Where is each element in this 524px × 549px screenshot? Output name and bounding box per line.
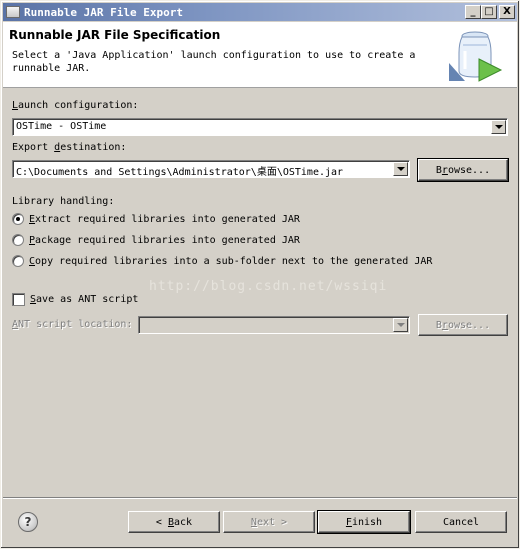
next-button: Next > <box>223 511 315 533</box>
window-icon <box>6 6 20 18</box>
ant-location-rest: NT script location: <box>18 319 133 330</box>
radio-extract-label: Extract required libraries into generate… <box>29 214 300 225</box>
radio-package-rest: ackage required libraries into generated… <box>35 234 300 246</box>
footer-divider <box>3 497 517 499</box>
page-description: Select a 'Java Application' launch confi… <box>12 50 416 74</box>
ant-browse-post: owse... <box>447 319 491 331</box>
cancel-button[interactable]: Cancel <box>415 511 507 533</box>
minimize-button[interactable]: _ <box>465 5 481 19</box>
radio-button[interactable] <box>12 255 24 267</box>
radio-copy-label: Copy required libraries into a sub-folde… <box>29 256 432 267</box>
next-arrow-icon: > <box>281 516 288 528</box>
title-bar[interactable]: Runnable JAR File Export _ □ X <box>3 3 517 21</box>
back-button[interactable]: < Back <box>128 511 220 533</box>
ant-script-location-combo <box>138 316 410 334</box>
export-label-prefix: Export <box>12 142 55 153</box>
back-rest: ack <box>174 516 193 528</box>
radio-extract-rest: xtract required libraries into generated… <box>35 213 300 225</box>
window-title: Runnable JAR File Export <box>24 5 183 19</box>
radio-extract-libraries[interactable]: Extract required libraries into generate… <box>12 213 300 225</box>
export-browse-post: owse... <box>447 164 491 176</box>
page-title: Runnable JAR File Specification <box>9 28 221 42</box>
ant-browse-button: Br owse... <box>418 314 508 336</box>
wizard-header: Runnable JAR File Specification Select a… <box>3 22 517 88</box>
radio-copy-libraries[interactable]: Copy required libraries into a sub-folde… <box>12 255 432 267</box>
radio-button[interactable] <box>12 213 24 225</box>
launch-configuration-select[interactable]: OSTime - OSTime <box>12 118 508 136</box>
export-label-rest: estination: <box>60 142 127 153</box>
radio-button[interactable] <box>12 234 24 246</box>
library-handling-label: Library handling: <box>12 196 115 207</box>
help-icon[interactable]: ? <box>18 512 38 532</box>
save-as-ant-checkbox[interactable]: Save as ANT script <box>12 293 138 306</box>
next-rest: ext <box>256 516 276 528</box>
chevron-down-icon[interactable] <box>491 120 506 134</box>
checkbox-box[interactable] <box>12 293 25 306</box>
export-destination-value: C:\Documents and Settings\Administrator\… <box>16 167 344 178</box>
jar-export-icon <box>449 31 503 82</box>
export-destination-combo[interactable]: C:\Documents and Settings\Administrator\… <box>12 160 410 178</box>
export-destination-label: Export destination: <box>12 142 126 153</box>
finish-rest: inish <box>351 516 383 528</box>
save-as-ant-label: Save as ANT script <box>30 294 138 305</box>
maximize-button[interactable]: □ <box>481 5 497 19</box>
background-edge <box>520 0 524 549</box>
chevron-down-icon[interactable] <box>393 162 408 176</box>
close-button[interactable]: X <box>499 5 515 19</box>
launch-label-rest: aunch configuration: <box>18 100 139 111</box>
ant-script-location-label: ANT script location: <box>12 319 132 330</box>
finish-button[interactable]: Finish <box>317 510 411 534</box>
radio-package-libraries[interactable]: Package required libraries into generate… <box>12 234 300 246</box>
chevron-down-icon <box>393 318 408 332</box>
ant-checkbox-rest: ave as ANT script <box>36 294 139 305</box>
export-browse-button[interactable]: Br owse... <box>417 158 509 182</box>
radio-copy-rest: opy required libraries into a sub-folder… <box>35 255 433 267</box>
back-arrow-icon: < <box>155 516 162 528</box>
radio-package-label: Package required libraries into generate… <box>29 235 300 246</box>
launch-configuration-value: OSTime - OSTime <box>16 121 107 132</box>
dialog-window: Runnable JAR File Export _ □ X Runnable … <box>0 0 520 549</box>
watermark-text: http://blog.csdn.net/wssiqi <box>149 279 388 294</box>
launch-configuration-label: Launch configuration: <box>12 100 138 111</box>
